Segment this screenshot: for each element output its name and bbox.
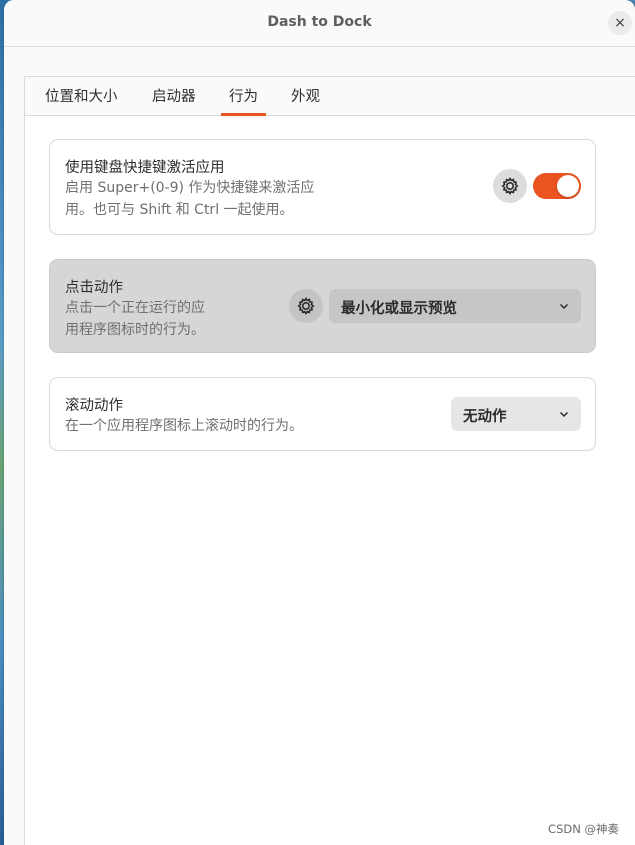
tab-behavior[interactable]: 行为 [221,77,266,116]
chevron-down-icon [559,411,569,418]
gear-icon [297,297,315,315]
click-action-selected: 最小化或显示预览 [341,301,457,317]
chevron-down-icon [559,303,569,310]
titlebar: Dash to Dock × [4,0,635,47]
scroll-action-row: 滚动动作 在一个应用程序图标上滚动时的行为。 无动作 [49,377,596,451]
toggle-knob [557,175,579,197]
watermark: CSDN @神奏 [548,822,619,836]
click-action-row: 点击动作 点击一个正在运行的应 用程序图标时的行为。 最小化或显示预览 [49,259,596,353]
notebook: 位置和大小 启动器 行为 外观 使用键盘快捷键激活应用 启用 Super+(0-… [24,76,635,845]
scroll-action-dropdown[interactable]: 无动作 [451,397,581,431]
tab-appearance[interactable]: 外观 [291,77,320,115]
click-action-dropdown[interactable]: 最小化或显示预览 [329,289,581,323]
tab-launchers[interactable]: 启动器 [152,77,196,115]
scroll-action-description: 在一个应用程序图标上滚动时的行为。 [65,418,303,434]
tab-position-size[interactable]: 位置和大小 [45,77,118,115]
scroll-action-selected: 无动作 [463,409,507,425]
hotkeys-toggle[interactable] [533,173,581,199]
gear-icon [501,177,519,195]
click-action-title: 点击动作 [65,280,123,296]
scroll-action-title: 滚动动作 [65,398,123,414]
click-action-description: 点击一个正在运行的应 用程序图标时的行为。 [65,300,205,338]
tab-bar: 位置和大小 启动器 行为 外观 [25,77,635,116]
window-title: Dash to Dock [267,14,372,30]
hotkeys-row: 使用键盘快捷键激活应用 启用 Super+(0-9) 作为快捷键来激活应 用。也… [49,139,596,235]
close-icon: × [614,15,626,31]
hotkeys-settings-button[interactable] [493,169,527,203]
preferences-window: Dash to Dock × 位置和大小 启动器 行为 外观 使用键盘快捷键激活… [4,0,635,845]
hotkeys-title: 使用键盘快捷键激活应用 [65,160,225,176]
hotkeys-description: 启用 Super+(0-9) 作为快捷键来激活应 用。也可与 Shift 和 C… [65,180,315,218]
close-button[interactable]: × [608,11,632,35]
click-action-settings-button[interactable] [289,289,323,323]
